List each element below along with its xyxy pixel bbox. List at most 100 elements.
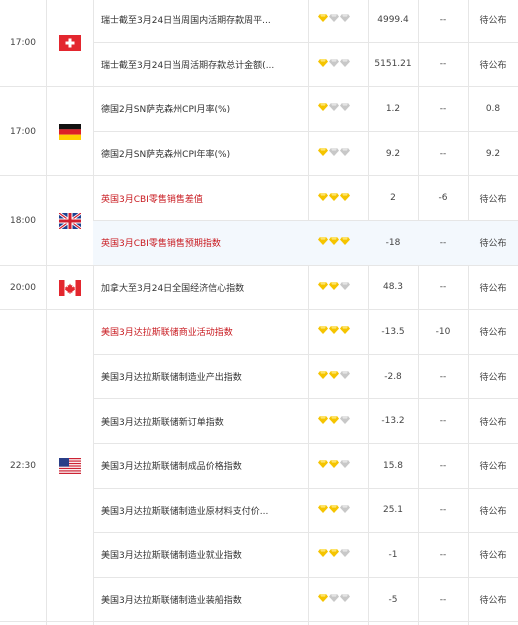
event-name[interactable]: 美国3月达拉斯联储制成品价格指数 bbox=[93, 444, 308, 488]
event-name[interactable]: 加拿大至3月24日全国经济信心指数 bbox=[93, 266, 308, 310]
event-name[interactable]: 美国3月达拉斯联储制造业装船指数 bbox=[93, 578, 308, 622]
event-name[interactable]: 德国2月SN萨克森州CPI月率(%) bbox=[93, 87, 308, 131]
calendar-row[interactable]: 德国2月SN萨克森州CPI月率(%) 1.2 -- 0.8 bbox=[93, 87, 518, 132]
gold-gem-icon bbox=[318, 594, 328, 605]
uk-flag-icon bbox=[46, 176, 93, 265]
event-name-text: 加拿大至3月24日全国经济信心指数 bbox=[101, 283, 245, 294]
switzerland-flag-icon bbox=[46, 0, 93, 87]
event-name-text: 美国3月达拉斯联储制成品价格指数 bbox=[101, 462, 242, 473]
actual-value: -1 bbox=[388, 549, 398, 560]
gold-gem-icon bbox=[318, 460, 328, 471]
actual-value: 2 bbox=[390, 193, 396, 204]
calendar-row[interactable]: 美国3月达拉斯联储制造业装船指数 -5 -- 待公布 bbox=[93, 578, 518, 623]
expected-value: -- bbox=[439, 103, 447, 114]
event-name-text: 德国2月SN萨克森州CPI年率(%) bbox=[101, 150, 231, 161]
actual-value: 1.2 bbox=[385, 103, 401, 114]
calendar-row[interactable]: 德国2月SN萨克森州CPI年率(%) 9.2 -- 9.2 bbox=[93, 132, 518, 177]
event-name[interactable]: 瑞士截至3月24日当周活期存款总计金额(... bbox=[93, 43, 308, 87]
previous-value: 待公布 bbox=[479, 16, 507, 27]
expected-value: -- bbox=[439, 594, 447, 605]
actual-value: -5 bbox=[388, 594, 398, 605]
event-time: 20:00 bbox=[10, 282, 36, 293]
calendar-row[interactable]: 美国3月达拉斯联储制造业产出指数 -2.8 -- 待公布 bbox=[93, 355, 518, 400]
actual-value: 48.3 bbox=[382, 282, 404, 293]
event-name[interactable]: 英国3月CBI零售销售差值 bbox=[93, 176, 308, 220]
grey-gem-icon bbox=[340, 58, 350, 70]
gold-gem-icon bbox=[340, 326, 350, 337]
event-name[interactable]: 美国3月达拉斯联储商业活动指数 bbox=[93, 310, 308, 354]
expected-value: -- bbox=[439, 14, 447, 25]
gold-gem-icon bbox=[318, 504, 328, 516]
grey-gem-icon bbox=[340, 460, 350, 471]
expected-value: -- bbox=[439, 371, 447, 382]
grey-gem-icon bbox=[340, 415, 350, 427]
gold-gem-icon bbox=[318, 326, 328, 337]
importance-rating bbox=[308, 43, 368, 87]
event-name-text: 美国3月达拉斯联储制造业原材料支付价... bbox=[101, 506, 269, 517]
previous-value: 待公布 bbox=[479, 239, 507, 250]
actual-value: -13.2 bbox=[381, 416, 405, 427]
event-name[interactable]: 瑞士截至3月24日当周国内活期存款周平... bbox=[93, 0, 308, 42]
gold-gem-icon bbox=[329, 504, 339, 516]
importance-rating bbox=[308, 176, 368, 220]
gold-gem-icon bbox=[329, 415, 339, 427]
calendar-row[interactable]: 美国3月达拉斯联储制成品价格指数 15.8 -- 待公布 bbox=[93, 444, 518, 489]
importance-rating bbox=[308, 310, 368, 354]
grey-gem-icon bbox=[329, 148, 339, 159]
grey-gem-icon bbox=[340, 103, 350, 114]
event-name-text: 英国3月CBI零售销售预期指数 bbox=[101, 239, 221, 250]
importance-rating bbox=[308, 132, 368, 176]
event-name[interactable]: 英国3月CBI零售销售预期指数 bbox=[93, 221, 308, 265]
gold-gem-icon bbox=[329, 281, 339, 293]
previous-value: 0.8 bbox=[485, 103, 501, 114]
calendar-row[interactable]: 加拿大至3月24日全国经济信心指数 48.3 -- 待公布 bbox=[93, 266, 518, 311]
event-name[interactable]: 美国3月达拉斯联储制造业原材料支付价... bbox=[93, 489, 308, 533]
grey-gem-icon bbox=[340, 281, 350, 293]
importance-rating bbox=[308, 444, 368, 488]
event-name[interactable]: 美国3月达拉斯联储制造业产出指数 bbox=[93, 355, 308, 399]
gold-gem-icon bbox=[318, 14, 328, 25]
actual-value: -13.5 bbox=[381, 326, 405, 337]
calendar-row[interactable]: 瑞士截至3月24日当周国内活期存款周平... 4999.4 -- 待公布 bbox=[93, 0, 518, 43]
grey-gem-icon bbox=[329, 594, 339, 605]
previous-value: 待公布 bbox=[479, 596, 507, 607]
canada-flag-icon bbox=[46, 266, 93, 311]
event-name-text: 瑞士截至3月24日当周国内活期存款周平... bbox=[101, 16, 271, 27]
actual-value: 4999.4 bbox=[377, 14, 409, 25]
grey-gem-icon bbox=[340, 148, 350, 159]
calendar-row[interactable]: 美国3月达拉斯联储制造业原材料支付价... 25.1 -- 待公布 bbox=[93, 489, 518, 534]
event-time: 17:00 bbox=[10, 37, 36, 48]
importance-rating bbox=[308, 578, 368, 622]
previous-value: 9.2 bbox=[485, 148, 501, 159]
event-name-text: 美国3月达拉斯联储新订单指数 bbox=[101, 417, 224, 428]
calendar-row[interactable]: 瑞士截至3月24日当周活期存款总计金额(... 5151.21 -- 待公布 bbox=[93, 43, 518, 88]
event-name-text: 瑞士截至3月24日当周活期存款总计金额(... bbox=[101, 60, 275, 71]
calendar-row[interactable]: 美国3月达拉斯联储新订单指数 -13.2 -- 待公布 bbox=[93, 399, 518, 444]
previous-value: 待公布 bbox=[479, 462, 507, 473]
importance-rating bbox=[308, 87, 368, 131]
gold-gem-icon bbox=[329, 460, 339, 471]
calendar-row[interactable]: 英国3月CBI零售销售预期指数 -18 -- 待公布 bbox=[93, 221, 518, 266]
event-name-text: 德国2月SN萨克森州CPI月率(%) bbox=[101, 105, 231, 116]
event-time: 17:00 bbox=[10, 126, 36, 137]
calendar-row[interactable]: 美国3月达拉斯联储制造业就业指数 -1 -- 待公布 bbox=[93, 533, 518, 578]
expected-value: -6 bbox=[438, 193, 448, 204]
event-name-text: 美国3月达拉斯联储制造业装船指数 bbox=[101, 596, 242, 607]
importance-rating bbox=[308, 489, 368, 533]
expected-value: -- bbox=[439, 59, 447, 70]
event-time: 22:30 bbox=[10, 461, 36, 472]
expected-value: -- bbox=[439, 416, 447, 427]
grey-gem-icon bbox=[340, 504, 350, 516]
gold-gem-icon bbox=[329, 371, 339, 382]
previous-value: 待公布 bbox=[479, 60, 507, 71]
grey-gem-icon bbox=[329, 103, 339, 114]
importance-rating bbox=[308, 221, 368, 265]
grey-gem-icon bbox=[329, 14, 339, 25]
event-name[interactable]: 美国3月达拉斯联储新订单指数 bbox=[93, 399, 308, 443]
event-name[interactable]: 德国2月SN萨克森州CPI年率(%) bbox=[93, 132, 308, 176]
calendar-row[interactable]: 美国3月达拉斯联储商业活动指数 -13.5 -10 待公布 bbox=[93, 310, 518, 355]
expected-value: -- bbox=[439, 148, 447, 159]
event-name[interactable]: 美国3月达拉斯联储制造业就业指数 bbox=[93, 533, 308, 577]
calendar-row[interactable]: 英国3月CBI零售销售差值 2 -6 待公布 bbox=[93, 176, 518, 221]
expected-value: -10 bbox=[435, 326, 451, 337]
